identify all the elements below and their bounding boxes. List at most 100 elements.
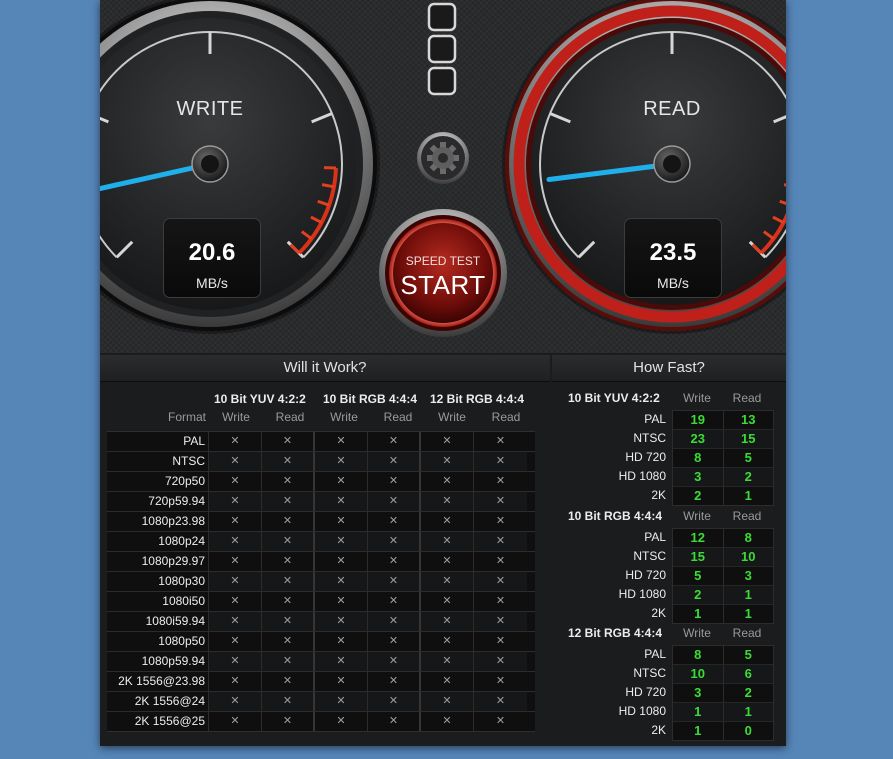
read-column-header: Read <box>732 391 762 405</box>
write-column-header: Write <box>222 410 250 424</box>
read-fps-value: 6 <box>744 666 752 681</box>
unsupported-mark-icon: ✕ <box>315 712 368 731</box>
unsupported-mark-icon: ✕ <box>209 432 262 451</box>
format-label: 2K 1556@23.98 <box>107 672 209 691</box>
write-fps-value: 10 <box>673 665 724 683</box>
write-fps-value: 8 <box>673 449 724 467</box>
unsupported-mark-icon: ✕ <box>474 492 527 511</box>
format-label: PAL <box>644 412 666 426</box>
unsupported-mark-icon: ✕ <box>262 552 315 571</box>
read-column-header: Read <box>732 626 762 640</box>
unsupported-mark-icon: ✕ <box>262 592 315 611</box>
table-row: 1080p50 ✕ ✕ ✕ ✕ ✕ ✕ <box>107 631 535 651</box>
how-fast-section: 12 Bit RGB 4:4:4 Write Read PAL NTSC HD 720 HD… <box>560 626 774 742</box>
format-label: NTSC <box>633 431 666 445</box>
write-fps-value: 8 <box>673 646 724 664</box>
read-column-header: Read <box>383 410 413 424</box>
write-fps-value: 5 <box>673 567 724 585</box>
unsupported-mark-icon: ✕ <box>315 532 368 551</box>
unsupported-mark-icon: ✕ <box>262 672 315 691</box>
read-fps-value: 3 <box>744 568 752 583</box>
read-fps-value: 15 <box>741 431 756 446</box>
unsupported-mark-icon: ✕ <box>421 572 474 591</box>
format-label: PAL <box>644 647 666 661</box>
unsupported-mark-icon: ✕ <box>495 515 506 527</box>
square-icon <box>427 66 457 96</box>
read-speed-unit: MB/s <box>657 275 689 291</box>
speed-values: 8 5 10 6 3 2 1 1 1 0 <box>672 645 774 741</box>
unsupported-mark-icon: ✕ <box>421 652 474 671</box>
unsupported-mark-icon: ✕ <box>209 472 262 491</box>
read-fps-value: 5 <box>744 647 752 662</box>
unsupported-mark-icon: ✕ <box>209 532 262 551</box>
table-row: 15 10 <box>673 547 773 566</box>
unsupported-mark-icon: ✕ <box>474 452 527 471</box>
read-speed-value: 23.5 <box>649 239 697 266</box>
write-fps-value: 2 <box>673 586 724 604</box>
unsupported-mark-icon: ✕ <box>262 612 315 631</box>
unsupported-mark-icon: ✕ <box>209 632 262 651</box>
unsupported-mark-icon: ✕ <box>209 592 262 611</box>
format-labels: PAL NTSC HD 720 HD 1080 2K <box>560 528 666 623</box>
unsupported-mark-icon: ✕ <box>368 532 421 551</box>
table-row: 1080p23.98 ✕ ✕ ✕ ✕ ✕ ✕ <box>107 511 535 531</box>
unsupported-mark-icon: ✕ <box>368 572 421 591</box>
read-fps-value: 13 <box>741 412 756 427</box>
unsupported-mark-icon: ✕ <box>421 612 474 631</box>
format-label: HD 720 <box>625 450 666 464</box>
table-row: 10 <box>673 721 773 740</box>
unsupported-mark-icon: ✕ <box>421 472 474 491</box>
write-fps-value: 1 <box>673 722 724 740</box>
start-speed-test-button[interactable]: SPEED TEST START <box>381 211 505 335</box>
how-fast-section: 10 Bit YUV 4:2:2 Write Read PAL NTSC HD 720 HD… <box>560 391 774 507</box>
unsupported-mark-icon: ✕ <box>315 452 368 471</box>
unsupported-mark-icon: ✕ <box>495 555 506 567</box>
write-gauge-label: WRITE <box>176 98 244 120</box>
unsupported-mark-icon: ✕ <box>368 592 421 611</box>
unsupported-mark-icon: ✕ <box>368 472 421 491</box>
write-fps-value: 15 <box>673 548 724 566</box>
unsupported-mark-icon: ✕ <box>315 652 368 671</box>
format-label: 2K <box>651 488 666 502</box>
unsupported-mark-icon: ✕ <box>209 672 262 691</box>
unsupported-mark-icon: ✕ <box>368 632 421 651</box>
unsupported-mark-icon: ✕ <box>262 652 315 671</box>
format-label: NTSC <box>633 549 666 563</box>
read-fps-value: 10 <box>741 549 756 564</box>
write-fps-value: 1 <box>673 703 724 721</box>
unsupported-mark-icon: ✕ <box>495 675 506 687</box>
write-column-header: Write <box>683 626 711 640</box>
write-gauge-redline-tick <box>321 183 335 189</box>
format-label: 1080p59.94 <box>107 652 209 671</box>
format-label: 1080p30 <box>107 572 209 591</box>
format-label: NTSC <box>107 452 209 471</box>
gauges-panel: WRITE 20.6 MB/s READ 23.5 MB/s SPEED TES… <box>100 0 786 353</box>
unsupported-mark-icon: ✕ <box>368 712 421 731</box>
table-row: 19 13 <box>673 411 773 429</box>
gear-icon <box>417 132 469 184</box>
format-label: 2K <box>651 723 666 737</box>
how-fast-title: How Fast? <box>552 355 786 382</box>
format-label: HD 1080 <box>618 469 666 483</box>
unsupported-mark-icon: ✕ <box>262 492 315 511</box>
unsupported-mark-icon: ✕ <box>368 652 421 671</box>
speed-values: 12 8 15 10 5 3 2 1 1 1 <box>672 528 774 624</box>
unsupported-mark-icon: ✕ <box>209 452 262 471</box>
read-fps-value: 0 <box>744 723 752 738</box>
unsupported-mark-icon: ✕ <box>209 552 262 571</box>
start-button-label: START <box>400 270 486 300</box>
start-button-caption: SPEED TEST <box>405 254 481 268</box>
write-gauge-hub-center <box>201 155 219 173</box>
read-fps-value: 1 <box>744 606 752 621</box>
section-title: 10 Bit YUV 4:2:2 <box>568 391 660 405</box>
unsupported-mark-icon: ✕ <box>421 532 474 551</box>
write-column-header: Write <box>438 410 466 424</box>
unsupported-mark-icon: ✕ <box>315 672 368 691</box>
table-row: NTSC ✕ ✕ ✕ ✕ ✕ ✕ <box>107 451 535 471</box>
write-fps-value: 1 <box>673 605 724 623</box>
format-label: 720p59.94 <box>107 492 209 511</box>
table-row: PAL ✕ ✕ ✕ ✕ ✕ ✕ <box>107 432 535 451</box>
read-fps-value: 2 <box>744 469 752 484</box>
unsupported-mark-icon: ✕ <box>421 492 474 511</box>
unsupported-mark-icon: ✕ <box>262 692 315 711</box>
